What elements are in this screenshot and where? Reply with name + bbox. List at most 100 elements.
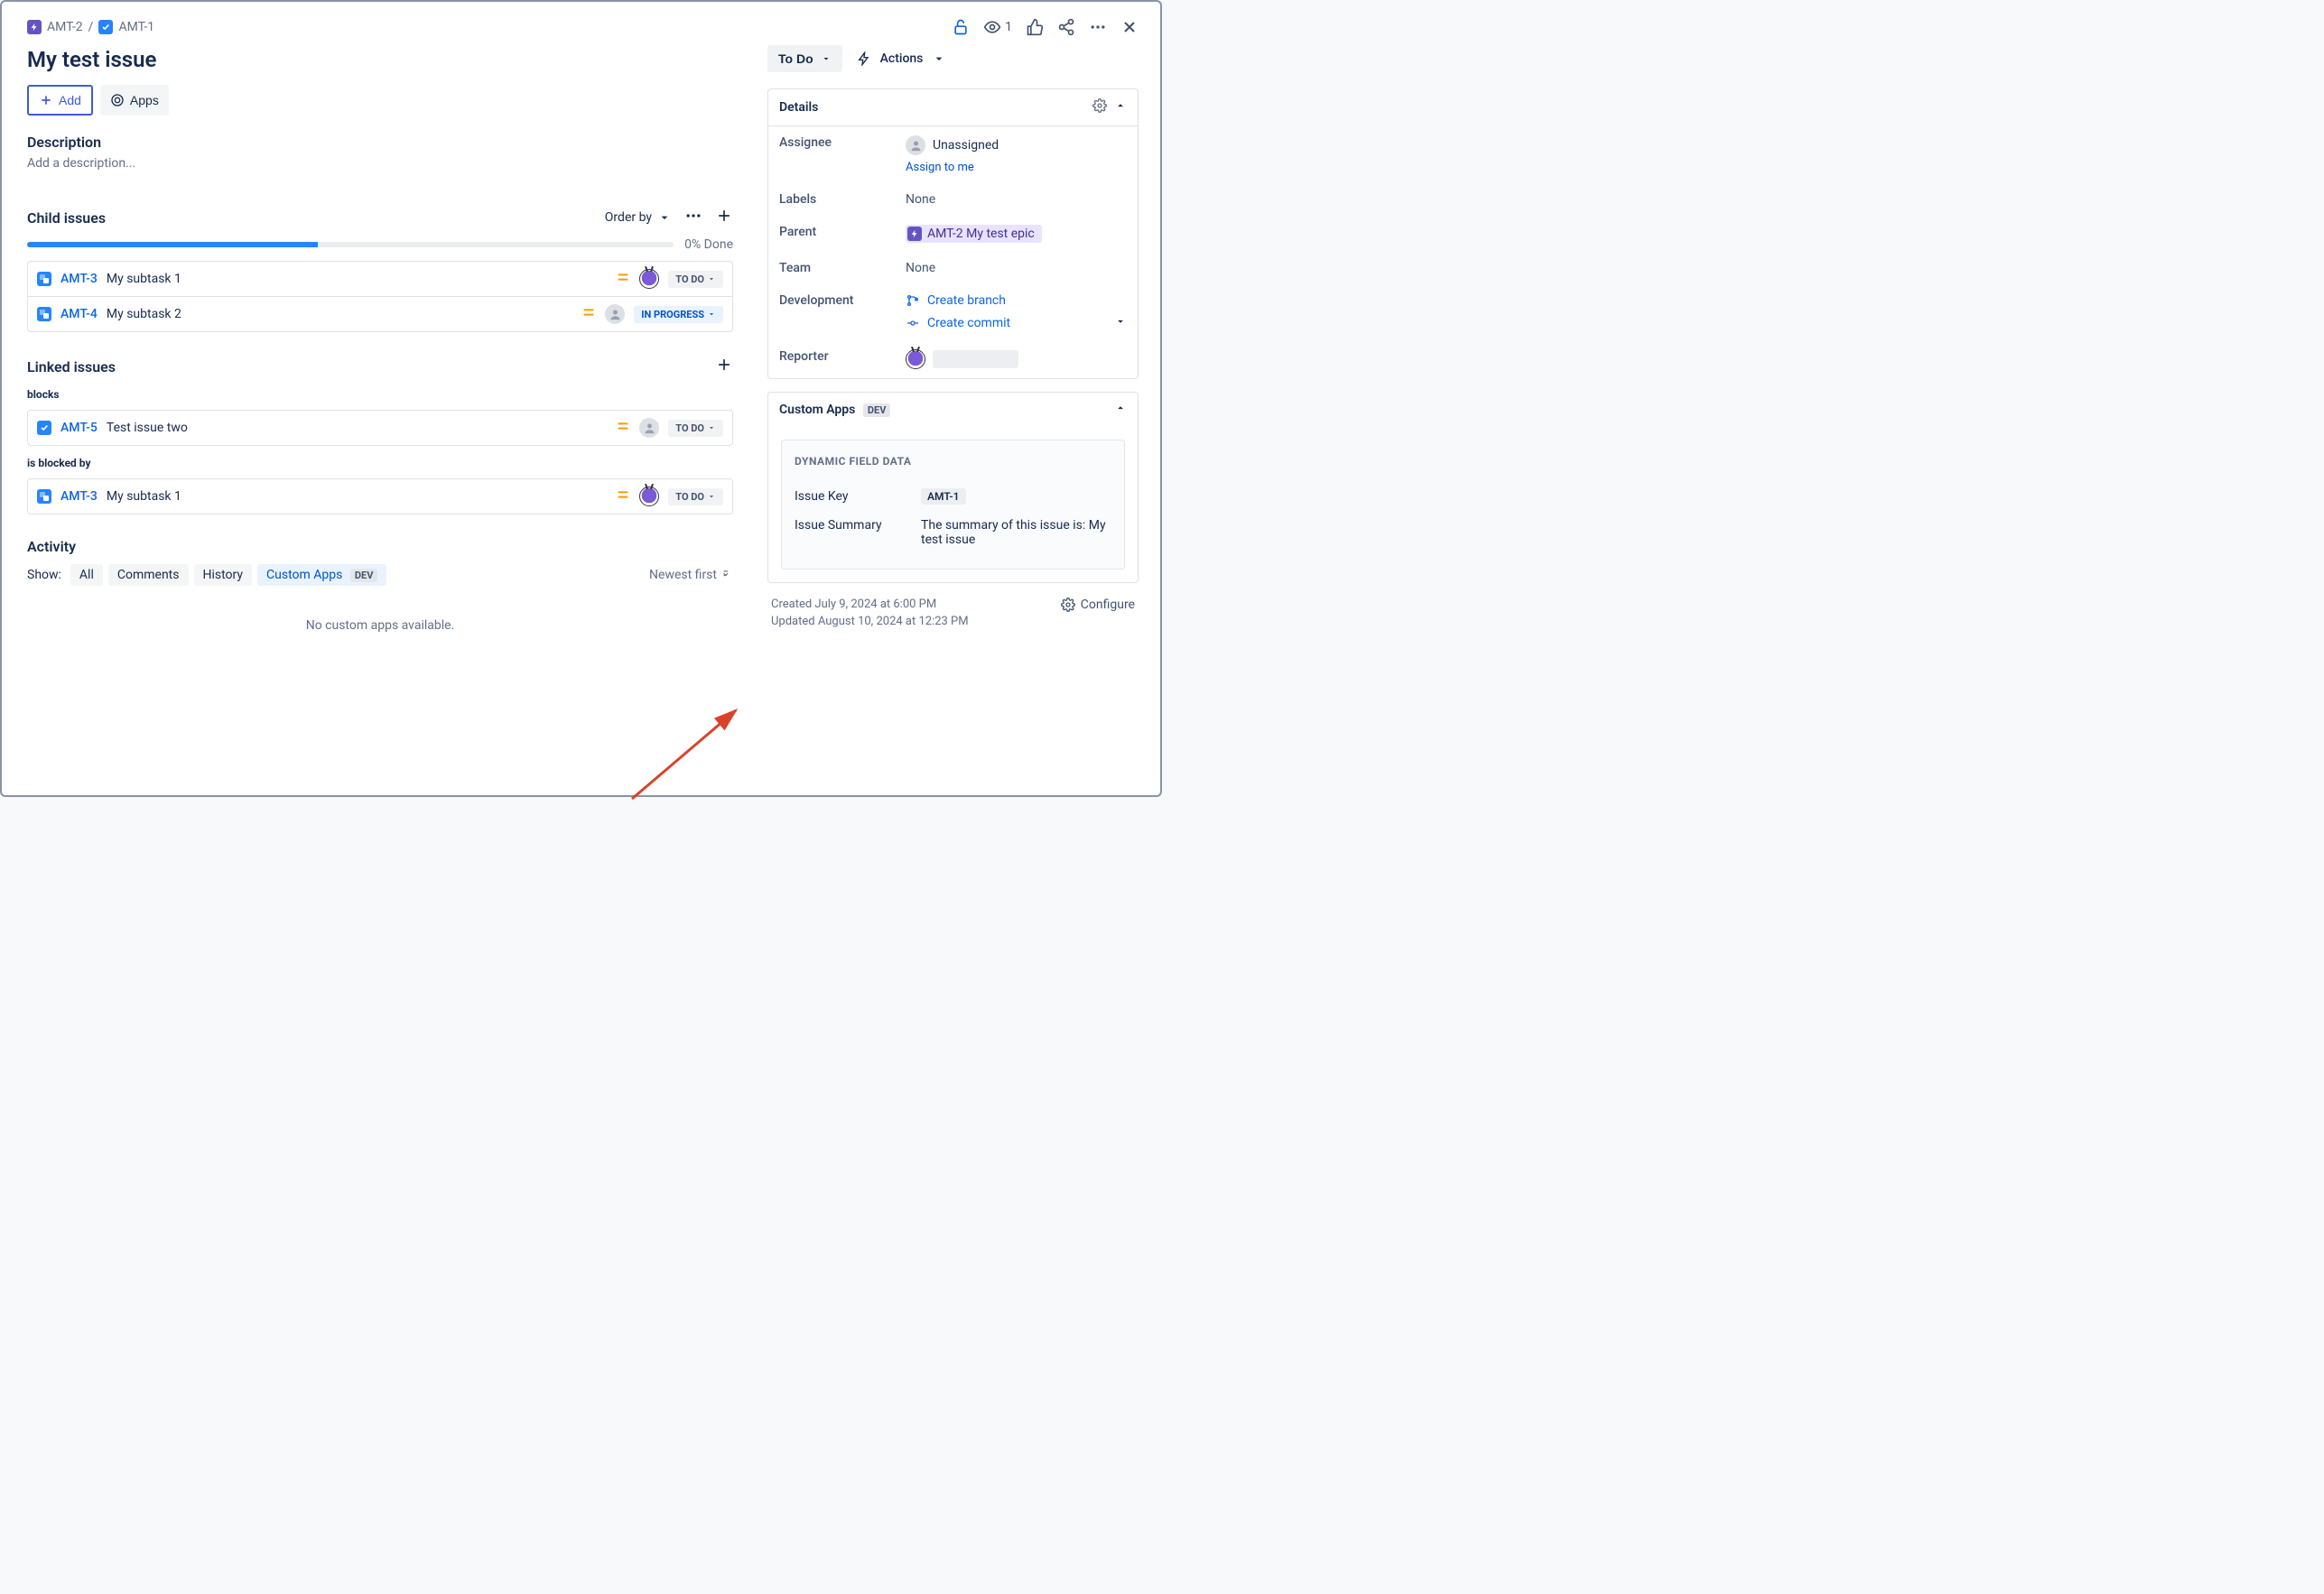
issue-summary: My subtask 1 (107, 272, 607, 286)
updated-date: Updated August 10, 2024 at 12:23 PM (771, 615, 969, 628)
details-configure-icon[interactable] (1092, 98, 1107, 116)
labels-label: Labels (779, 192, 906, 207)
assignee-value[interactable]: Unassigned (906, 135, 1127, 155)
watch-button[interactable]: 1 (983, 18, 1012, 36)
tab-history[interactable]: History (194, 564, 253, 586)
like-button[interactable] (1026, 18, 1044, 36)
current-key: AMT-1 (118, 20, 154, 34)
created-date: Created July 9, 2024 at 6:00 PM (771, 598, 969, 611)
actions-label: Actions (880, 51, 924, 66)
breadcrumb-parent[interactable]: AMT-2 (27, 20, 83, 34)
team-label: Team (779, 261, 906, 275)
dynamic-field-heading: DYNAMIC FIELD DATA (795, 455, 1111, 468)
issue-key-link[interactable]: AMT-3 (60, 272, 98, 286)
order-by-dropdown[interactable]: Order by (605, 210, 672, 225)
child-progress-bar (27, 242, 674, 247)
issue-row[interactable]: AMT-5 Test issue two TO DO (28, 411, 732, 445)
share-button[interactable] (1057, 18, 1075, 36)
child-issues-add[interactable] (715, 207, 733, 228)
avatar-icon (639, 418, 659, 438)
add-button[interactable]: Add (27, 85, 93, 116)
create-branch-link[interactable]: Create branch (906, 293, 1127, 308)
parent-label: Parent (779, 225, 906, 243)
reporter-name-redacted (933, 350, 1018, 368)
tab-custom-label: Custom Apps (266, 568, 342, 582)
breadcrumb: AMT-2 / AMT-1 (27, 20, 154, 34)
watch-count: 1 (1005, 20, 1012, 34)
unassigned-label: Unassigned (933, 138, 999, 153)
custom-apps-collapse[interactable] (1114, 402, 1127, 418)
apps-button[interactable]: Apps (100, 85, 169, 116)
close-button[interactable] (1120, 18, 1139, 36)
issue-row[interactable]: AMT-4 My subtask 2 IN PROGRESS (28, 297, 732, 331)
issue-title[interactable]: My test issue (27, 47, 733, 72)
create-commit-link[interactable]: Create commit (906, 316, 1010, 330)
child-issues-heading: Child issues (27, 209, 106, 227)
issue-summary: Test issue two (107, 421, 607, 435)
issue-key-link[interactable]: AMT-3 (60, 489, 98, 504)
sort-newest-first[interactable]: Newest first (649, 568, 733, 582)
issue-summary-value: The summary of this issue is: My test is… (921, 518, 1111, 547)
configure-label: Configure (1081, 598, 1135, 612)
activity-heading: Activity (27, 538, 733, 555)
status-pill[interactable]: TO DO (668, 420, 723, 437)
avatar-icon (639, 269, 659, 289)
issue-key-label: Issue Key (795, 489, 921, 504)
issue-key-value: AMT-1 (921, 488, 966, 505)
dev-badge: DEV (350, 569, 378, 582)
status-dropdown[interactable]: To Do (767, 45, 842, 72)
labels-value[interactable]: None (906, 192, 1127, 207)
custom-dev-badge: DEV (863, 403, 891, 417)
child-progress-text: 0% Done (684, 237, 733, 252)
reporter-label: Reporter (779, 349, 906, 369)
newest-label: Newest first (649, 568, 717, 582)
issue-row[interactable]: AMT-3 My subtask 1 TO DO (28, 479, 732, 514)
epic-icon (907, 227, 922, 241)
relation-label: blocks (27, 388, 733, 401)
issue-summary: My subtask 2 (107, 307, 572, 321)
parent-value: AMT-2 My test epic (927, 227, 1035, 241)
status-pill[interactable]: IN PROGRESS (634, 306, 723, 323)
tab-comments[interactable]: Comments (108, 564, 189, 586)
issue-key-link[interactable]: AMT-4 (60, 307, 98, 321)
priority-icon (581, 305, 596, 323)
commit-dropdown[interactable] (1114, 315, 1127, 331)
description-placeholder[interactable]: Add a description... (27, 156, 733, 171)
more-button[interactable] (1089, 18, 1107, 36)
tab-custom-apps[interactable]: Custom Apps DEV (257, 564, 386, 586)
create-commit-label: Create commit (927, 316, 1010, 330)
avatar-icon (605, 304, 625, 324)
breadcrumb-current[interactable]: AMT-1 (98, 20, 154, 34)
status-pill[interactable]: TO DO (668, 488, 723, 505)
show-label: Show: (27, 568, 61, 582)
apps-button-label: Apps (130, 93, 159, 107)
configure-button[interactable]: Configure (1061, 598, 1135, 612)
assignee-label: Assignee (779, 135, 906, 174)
assign-to-me-link[interactable]: Assign to me (906, 161, 1127, 174)
linked-heading: Linked issues (27, 358, 116, 375)
issue-key-link[interactable]: AMT-5 (60, 421, 98, 435)
unassigned-avatar-icon (906, 135, 925, 155)
priority-icon (616, 270, 630, 288)
subtask-icon (37, 272, 51, 286)
subtask-icon (37, 307, 51, 321)
unlock-icon[interactable] (952, 18, 970, 36)
linked-add[interactable] (715, 356, 733, 377)
issue-row[interactable]: AMT-3 My subtask 1 TO DO (28, 262, 732, 297)
add-button-label: Add (59, 93, 81, 107)
issue-summary-label: Issue Summary (795, 518, 921, 547)
child-issues-more[interactable] (684, 207, 702, 228)
reporter-value[interactable] (906, 349, 1127, 369)
status-pill[interactable]: TO DO (668, 271, 723, 288)
parent-badge[interactable]: AMT-2 My test epic (906, 225, 1042, 243)
activity-empty: No custom apps available. (27, 618, 733, 633)
team-value[interactable]: None (906, 261, 1127, 275)
tab-all[interactable]: All (70, 564, 103, 586)
details-heading: Details (779, 100, 818, 115)
linked-list: AMT-3 My subtask 1 TO DO (27, 478, 733, 514)
actions-dropdown[interactable]: Actions (857, 51, 947, 66)
issue-summary: My subtask 1 (107, 489, 607, 504)
details-collapse[interactable] (1114, 99, 1127, 116)
relation-label: is blocked by (27, 457, 733, 469)
child-issues-list: AMT-3 My subtask 1 TO DO AMT-4 My subtask 2 I… (27, 261, 733, 332)
